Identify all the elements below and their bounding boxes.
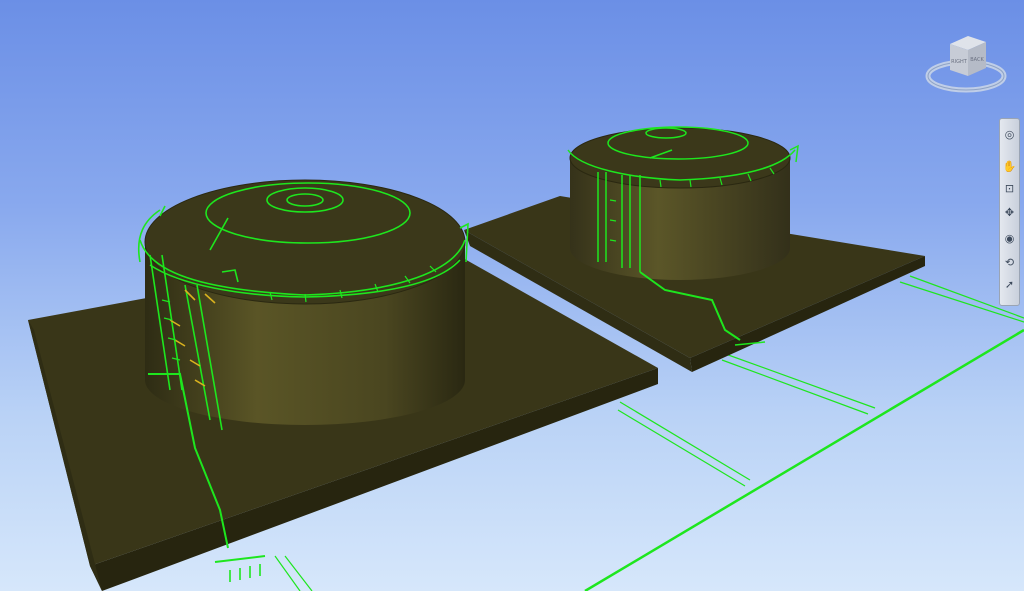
viewcube-right-face-label: RIGHT (951, 59, 968, 65)
orbit-icon[interactable]: ✥ (1002, 205, 1017, 220)
steering-wheel-icon[interactable]: ◎ (1002, 127, 1017, 142)
steering-wheel-icon-glyph: ◎ (1004, 128, 1015, 141)
select-icon-glyph: ➚ (1004, 278, 1015, 291)
look-icon-glyph: ◉ (1004, 232, 1015, 245)
select-icon[interactable]: ➚ (1002, 277, 1017, 292)
view-cube-icon[interactable]: RIGHT BACK (920, 30, 1012, 102)
3d-model-scene[interactable] (0, 0, 1024, 591)
zoom-window-icon-glyph: ⊡ (1004, 182, 1015, 195)
look-icon[interactable]: ◉ (1002, 231, 1017, 246)
walk-icon[interactable]: ⟲ (1002, 255, 1017, 270)
zoom-window-icon[interactable]: ⊡ (1002, 181, 1017, 196)
viewcube-back-face-label: BACK (970, 57, 984, 63)
pan-icon-glyph: ✋ (1002, 160, 1017, 173)
navigation-bar: ◎ ✋ ⊡ ✥ ◉ ⟲ ➚ (999, 118, 1020, 306)
storage-tank-right[interactable] (569, 127, 791, 280)
storage-tank-left[interactable] (144, 179, 466, 425)
3d-viewport[interactable]: RIGHT BACK ◎ ✋ ⊡ ✥ ◉ ⟲ ➚ (0, 0, 1024, 591)
walk-icon-glyph: ⟲ (1004, 256, 1015, 269)
pan-icon[interactable]: ✋ (1002, 159, 1017, 174)
orbit-icon-glyph: ✥ (1004, 206, 1015, 219)
